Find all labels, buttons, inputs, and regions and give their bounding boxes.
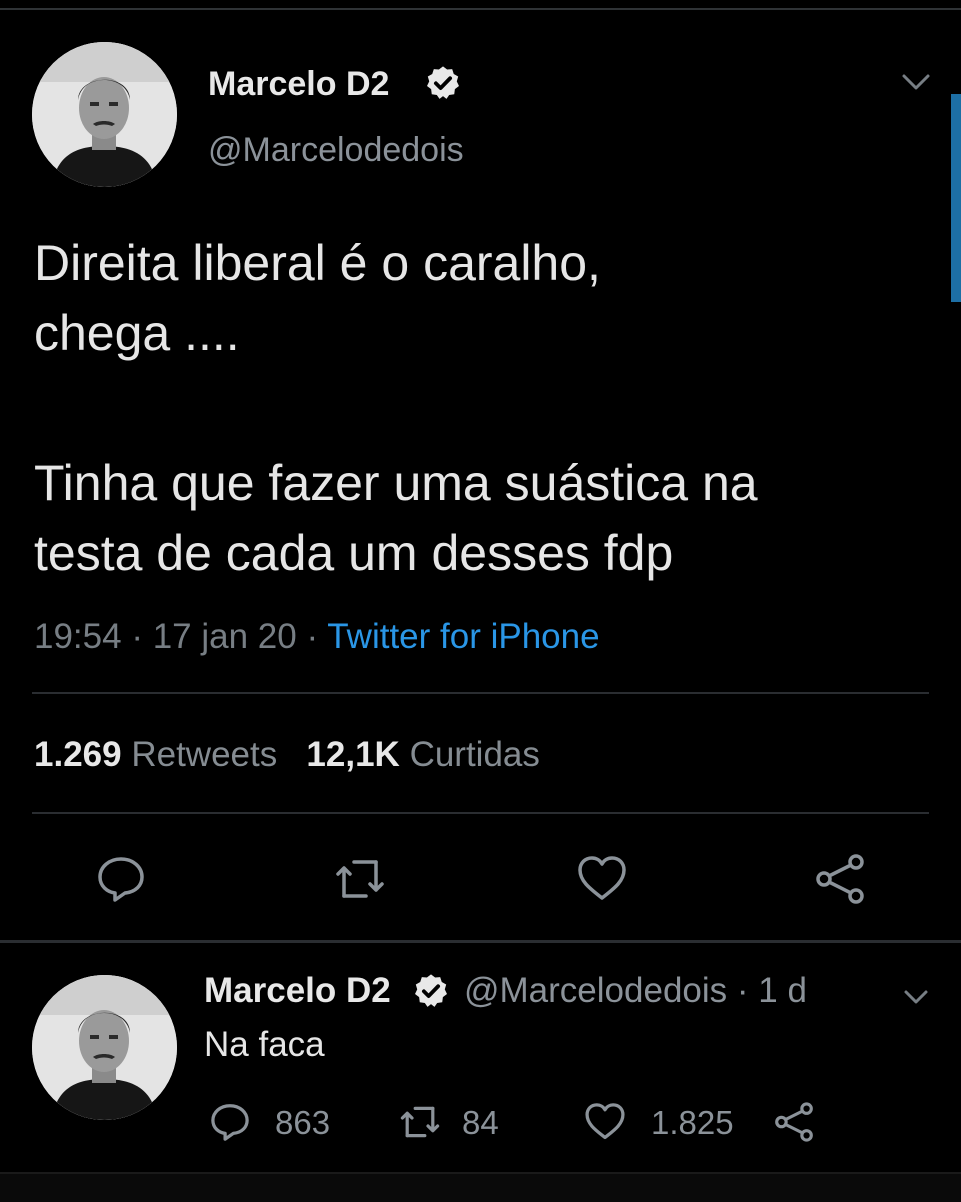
- tweet-source-link[interactable]: Twitter for iPhone: [327, 617, 599, 656]
- like-count: 1.825: [651, 1104, 734, 1141]
- author-handle[interactable]: @Marcelodedois: [208, 128, 464, 172]
- reply-age: · 1 d: [736, 971, 807, 1010]
- meta-separator: ·: [306, 617, 319, 656]
- divider: [32, 812, 929, 814]
- author-name[interactable]: Marcelo D2: [208, 62, 389, 106]
- like-icon[interactable]: [574, 852, 630, 906]
- like-icon[interactable]: [582, 1100, 628, 1144]
- reply-handle-text[interactable]: @Marcelodedois: [464, 971, 727, 1010]
- tweet-text-line: testa de cada um desses fdp: [34, 525, 674, 581]
- reply-icon[interactable]: [208, 1100, 252, 1144]
- avatar[interactable]: [32, 975, 177, 1120]
- chevron-down-icon[interactable]: [900, 985, 932, 1009]
- verified-badge-icon: [415, 974, 447, 1007]
- avatar[interactable]: [32, 42, 177, 187]
- verified-badge-icon: [427, 66, 459, 99]
- likes-label[interactable]: Curtidas: [410, 735, 540, 774]
- tweet-text-line: Tinha que fazer uma suástica na: [34, 455, 758, 511]
- meta-separator: ·: [131, 617, 143, 656]
- tweet-text-line: Direita liberal é o caralho,: [34, 235, 601, 291]
- tweet-stats: 1.269 Retweets 12,1K Curtidas: [34, 730, 540, 780]
- reply-count: 863: [275, 1104, 331, 1141]
- reply-icon[interactable]: [94, 852, 148, 906]
- reply-author-name[interactable]: Marcelo D2: [204, 968, 391, 1014]
- section-divider: [0, 940, 961, 943]
- likes-count[interactable]: 12,1K: [306, 735, 399, 774]
- reply-text: Na faca: [204, 1025, 325, 1064]
- retweets-count[interactable]: 1.269: [34, 735, 122, 774]
- retweets-label[interactable]: Retweets: [131, 735, 277, 774]
- tweet-time: 19:54: [34, 617, 122, 656]
- chevron-down-icon[interactable]: [898, 68, 934, 96]
- tweet-text-line: chega ....: [34, 305, 240, 361]
- tweet-meta: 19:54 · 17 jan 20 · Twitter for iPhone: [34, 612, 600, 662]
- share-icon[interactable]: [772, 1100, 816, 1144]
- share-icon[interactable]: [812, 852, 868, 906]
- tweet-date: 17 jan 20: [152, 617, 297, 656]
- divider: [32, 692, 929, 694]
- retweet-icon[interactable]: [396, 1100, 444, 1144]
- bottom-bar: [0, 1172, 961, 1202]
- scrollbar[interactable]: [951, 94, 961, 302]
- reply-author-handle[interactable]: @Marcelodedois · 1 d: [464, 968, 807, 1014]
- top-divider: [0, 8, 961, 10]
- retweet-count: 84: [462, 1104, 499, 1141]
- retweet-icon[interactable]: [330, 852, 390, 906]
